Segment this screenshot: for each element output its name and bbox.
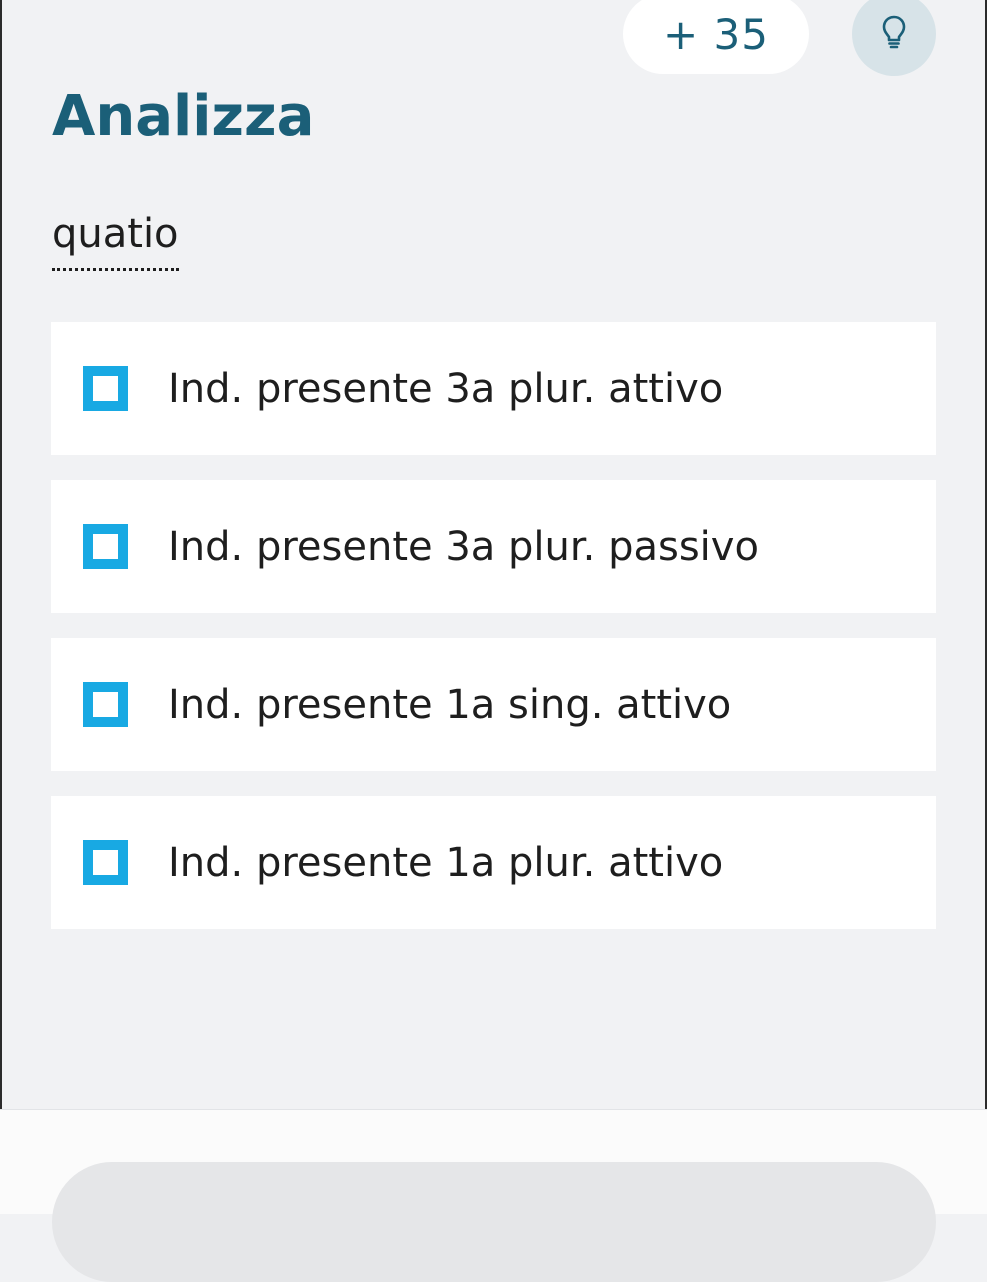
option-label: Ind. presente 1a sing. attivo — [168, 681, 732, 728]
checkbox[interactable] — [83, 524, 128, 569]
checkbox[interactable] — [83, 366, 128, 411]
option-label: Ind. presente 3a plur. attivo — [168, 365, 724, 412]
hint-button[interactable] — [852, 0, 936, 76]
option-1[interactable]: Ind. presente 3a plur. attivo — [51, 322, 936, 455]
points-badge: + 35 — [623, 0, 809, 74]
screen-edge-left — [0, 0, 2, 1214]
option-4[interactable]: Ind. presente 1a plur. attivo — [51, 796, 936, 929]
checkbox[interactable] — [83, 682, 128, 727]
page-title: Analizza — [52, 84, 315, 149]
option-2[interactable]: Ind. presente 3a plur. passivo — [51, 480, 936, 613]
lightbulb-icon — [881, 14, 907, 54]
checkbox[interactable] — [83, 840, 128, 885]
latin-word[interactable]: quatio — [52, 208, 179, 271]
option-label: Ind. presente 3a plur. passivo — [168, 523, 759, 570]
option-label: Ind. presente 1a plur. attivo — [168, 839, 724, 886]
answer-options: Ind. presente 3a plur. attivo Ind. prese… — [51, 322, 936, 954]
continue-button[interactable] — [52, 1162, 936, 1282]
points-label: + 35 — [663, 9, 769, 59]
option-3[interactable]: Ind. presente 1a sing. attivo — [51, 638, 936, 771]
